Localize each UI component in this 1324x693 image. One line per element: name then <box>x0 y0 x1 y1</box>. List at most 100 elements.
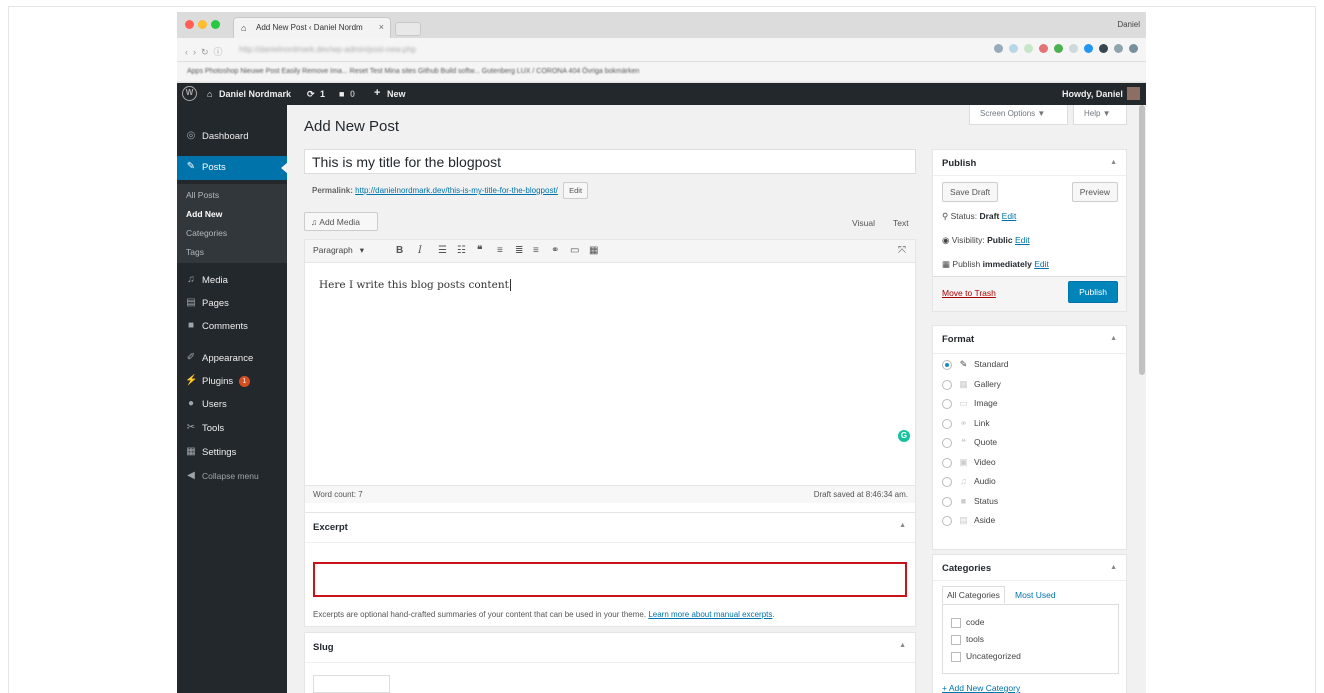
format-option-gallery[interactable]: ▦ Gallery <box>942 379 1001 390</box>
extension-icon[interactable] <box>1054 44 1063 53</box>
fullscreen-icon[interactable]: ⤧ <box>898 245 906 256</box>
new-tab-button[interactable] <box>395 22 421 36</box>
visibility-edit-link[interactable]: Edit <box>1015 235 1030 245</box>
toolbar-toggle-button[interactable]: ▦ <box>589 245 598 256</box>
browser-menu-icon[interactable] <box>1129 44 1138 53</box>
help-button[interactable]: Help ▼ <box>1073 105 1127 125</box>
align-left-button[interactable]: ≡ <box>497 245 503 256</box>
format-option-link[interactable]: ⚭ Link <box>942 418 990 429</box>
category-item[interactable]: Uncategorized <box>951 651 1021 662</box>
bold-button[interactable]: B <box>396 245 403 256</box>
format-option-quote[interactable]: ❝ Quote <box>942 437 997 448</box>
plus-icon[interactable]: + <box>374 87 380 99</box>
radio[interactable] <box>942 359 952 370</box>
extension-icon[interactable] <box>1039 44 1048 53</box>
radio[interactable] <box>942 379 952 390</box>
radio[interactable] <box>942 457 952 468</box>
collapse-caret-icon[interactable]: ▲ <box>1110 564 1117 571</box>
bullet-list-button[interactable]: ☰ <box>438 245 447 256</box>
menu-users[interactable]: ● Users <box>177 393 287 417</box>
page-scrollbar[interactable] <box>1138 105 1146 693</box>
collapse-caret-icon[interactable]: ▲ <box>899 522 906 529</box>
avatar[interactable] <box>1127 87 1140 100</box>
minimize-window-button[interactable] <box>198 20 207 29</box>
browser-nav-icons[interactable]: ‹›↻ⓘ <box>185 45 228 58</box>
collapse-caret-icon[interactable]: ▲ <box>1110 159 1117 166</box>
blockquote-button[interactable]: ❝ <box>477 245 482 256</box>
browser-profile-name[interactable]: Daniel <box>1117 20 1140 29</box>
maximize-window-button[interactable] <box>211 20 220 29</box>
updates-count[interactable]: 1 <box>320 89 325 99</box>
updates-icon[interactable]: ⟳ <box>307 89 315 100</box>
browser-tab[interactable]: ⌂ Add New Post ‹ Daniel Nordm × <box>233 17 391 38</box>
slug-input[interactable] <box>313 675 390 693</box>
excerpt-help-link[interactable]: Learn more about manual excerpts <box>648 610 772 619</box>
close-window-button[interactable] <box>185 20 194 29</box>
paragraph-format-select[interactable]: Paragraph ▾ <box>313 245 364 256</box>
format-option-standard[interactable]: ✎ Standard <box>942 359 1009 370</box>
menu-comments[interactable]: ■ Comments <box>177 315 287 339</box>
format-option-video[interactable]: ▣ Video <box>942 457 996 468</box>
add-new-category-link[interactable]: + Add New Category <box>942 683 1020 693</box>
menu-appearance[interactable]: ✐ Appearance <box>177 347 287 371</box>
move-to-trash-link[interactable]: Move to Trash <box>942 288 996 298</box>
howdy-user-link[interactable]: Howdy, Daniel <box>1062 89 1123 99</box>
align-center-button[interactable]: ≣ <box>515 245 523 256</box>
italic-button[interactable]: I <box>418 245 422 256</box>
align-right-button[interactable]: ≡ <box>533 245 539 256</box>
format-option-image[interactable]: ▭ Image <box>942 398 998 409</box>
radio[interactable] <box>942 496 952 507</box>
category-item[interactable]: code <box>951 617 984 628</box>
tab-most-used[interactable]: Most Used <box>1015 590 1056 600</box>
screen-options-button[interactable]: Screen Options ▼ <box>969 105 1068 125</box>
status-edit-link[interactable]: Edit <box>1002 211 1017 221</box>
site-name-link[interactable]: Daniel Nordmark <box>219 89 291 99</box>
bookmarks-bar[interactable]: Apps Photoshop Nieuwe Post Easily Remove… <box>177 62 1146 83</box>
preview-button[interactable]: Preview <box>1071 182 1118 202</box>
menu-dashboard[interactable]: ◎ Dashboard <box>177 125 287 149</box>
radio[interactable] <box>942 515 952 526</box>
checkbox[interactable] <box>951 617 961 628</box>
tab-all-categories[interactable]: All Categories <box>942 586 1005 604</box>
extension-icon[interactable] <box>1084 44 1093 53</box>
scrollbar-thumb[interactable] <box>1139 105 1145 375</box>
menu-settings[interactable]: ▦ Settings <box>177 441 287 465</box>
excerpt-textarea[interactable] <box>313 562 907 597</box>
permalink-link[interactable]: http://danielnordmark.dev/this-is-my-tit… <box>355 186 558 195</box>
extension-icon[interactable] <box>1099 44 1108 53</box>
collapse-caret-icon[interactable]: ▲ <box>1110 335 1117 342</box>
submenu-tags[interactable]: Tags <box>186 247 204 257</box>
comments-icon[interactable]: ■ <box>339 89 344 99</box>
radio[interactable] <box>942 398 952 409</box>
comments-count[interactable]: 0 <box>350 89 355 99</box>
radio[interactable] <box>942 418 952 429</box>
new-content-link[interactable]: New <box>387 89 406 99</box>
address-input[interactable]: http://danielnordmark.dev/wp-admin/post-… <box>239 45 416 54</box>
schedule-edit-link[interactable]: Edit <box>1034 259 1049 269</box>
add-media-button[interactable]: ♫ Add Media <box>304 212 378 231</box>
post-title-input[interactable]: This is my title for the blogpost <box>304 149 916 174</box>
radio[interactable] <box>942 437 952 448</box>
format-option-audio[interactable]: ♫ Audio <box>942 476 996 487</box>
extension-icon[interactable] <box>1024 44 1033 53</box>
close-tab-icon[interactable]: × <box>379 22 384 32</box>
numbered-list-button[interactable]: ☷ <box>457 245 466 256</box>
menu-plugins[interactable]: ⚡ Plugins 1 <box>177 370 287 394</box>
tab-visual[interactable]: Visual <box>852 218 875 228</box>
submenu-add-new[interactable]: Add New <box>186 209 222 219</box>
star-icon[interactable] <box>994 44 1003 53</box>
radio[interactable] <box>942 476 952 487</box>
format-option-status[interactable]: ■ Status <box>942 496 998 507</box>
category-item[interactable]: tools <box>951 634 984 645</box>
extension-icon[interactable] <box>1069 44 1078 53</box>
collapse-caret-icon[interactable]: ▲ <box>899 642 906 649</box>
checkbox[interactable] <box>951 634 961 645</box>
format-option-aside[interactable]: ▤ Aside <box>942 515 995 526</box>
wordpress-logo-icon[interactable]: W <box>182 86 197 101</box>
link-icon[interactable]: ⚭ <box>551 245 559 256</box>
permalink-edit-button[interactable]: Edit <box>563 182 589 199</box>
menu-pages[interactable]: ▤ Pages <box>177 292 287 316</box>
publish-button[interactable]: Publish <box>1068 281 1118 303</box>
tab-text[interactable]: Text <box>893 218 909 228</box>
submenu-all-posts[interactable]: All Posts <box>186 190 219 200</box>
